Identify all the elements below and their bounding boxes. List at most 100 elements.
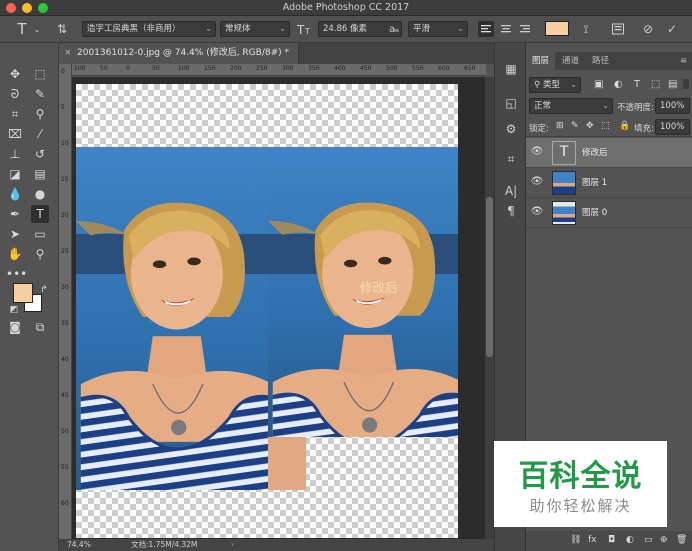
visibility-eye-icon[interactable]: 👁 — [530, 176, 544, 188]
vertical-ruler[interactable]: 0 5 10 15 20 25 30 35 40 45 50 55 60 — [59, 64, 72, 539]
type-tool-preset-icon[interactable]: T — [14, 22, 30, 37]
lock-artboard-icon[interactable]: ⬚ — [601, 121, 610, 131]
brush-tool-icon[interactable]: ⁄ — [31, 125, 49, 143]
layer-row-0[interactable]: 👁 图层 0 — [526, 198, 692, 228]
default-colors-icon[interactable]: ◩ — [5, 301, 23, 319]
swap-colors-icon[interactable]: ↱ — [35, 281, 53, 299]
lock-image-icon[interactable]: ✎ — [571, 121, 579, 131]
rectangle-tool-icon[interactable]: ▭ — [31, 225, 49, 243]
hand-tool-icon[interactable]: ✋ — [6, 245, 24, 263]
antialias-icon: aₐ — [388, 24, 400, 35]
dodge-tool-icon[interactable]: ● — [31, 185, 49, 203]
chevron-down-icon[interactable]: ⌄ — [29, 22, 45, 37]
adjustment-layer-icon[interactable]: ◐ — [626, 535, 634, 545]
app-title: Adobe Photoshop CC 2017 — [282, 2, 410, 13]
align-left-button[interactable] — [478, 21, 494, 37]
visibility-eye-icon[interactable]: 👁 — [530, 206, 544, 218]
pen-tool-icon[interactable]: ✒ — [6, 205, 24, 223]
history-brush-tool-icon[interactable]: ↺ — [31, 145, 49, 163]
lock-position-icon[interactable]: ✥ — [586, 121, 594, 131]
panel-menu-icon[interactable]: ≡ — [674, 52, 692, 70]
document-canvas[interactable]: 修改后 — [76, 84, 458, 538]
warp-text-icon[interactable]: ⟟ — [578, 22, 594, 37]
font-size-value: 24.86 像素 — [323, 24, 368, 34]
foreground-color-swatch[interactable] — [13, 283, 33, 303]
trash-icon[interactable]: 🗑 — [676, 535, 687, 545]
blend-mode-value: 正常 — [534, 101, 552, 111]
move-tool-icon[interactable]: ✥ — [6, 65, 24, 83]
font-style-select[interactable]: 常规体 ⌄ — [220, 21, 290, 37]
align-center-button[interactable] — [498, 21, 514, 37]
blur-tool-icon[interactable]: 💧 — [6, 185, 24, 203]
commit-check-icon[interactable]: ✓ — [664, 22, 680, 37]
opacity-input[interactable]: 100% — [655, 98, 690, 114]
align-right-button[interactable] — [517, 21, 533, 37]
cancel-icon[interactable]: ⊘ — [640, 22, 656, 37]
new-layer-icon[interactable]: ⊕ — [660, 535, 668, 545]
ruler-tick-label: 50 — [100, 65, 108, 72]
filter-type-icon[interactable]: T — [634, 79, 640, 90]
blend-mode-select[interactable]: 正常 ⌄ — [529, 98, 613, 114]
properties-panel-icon[interactable]: ⚙ — [503, 121, 519, 137]
antialias-select[interactable]: 平滑 ⌄ — [408, 21, 468, 37]
ruler-tick-label: 25 — [61, 248, 69, 255]
text-color-swatch[interactable] — [545, 21, 569, 36]
healing-brush-tool-icon[interactable]: ⌧ — [6, 125, 24, 143]
layer-row-text[interactable]: 👁 T 修改后 — [526, 138, 692, 168]
lock-transparency-icon[interactable]: ⊞ — [556, 121, 564, 131]
quick-mask-icon[interactable]: ◙ — [6, 318, 24, 336]
new-group-icon[interactable]: ▭ — [644, 535, 653, 545]
zoom-level[interactable]: 74.4% — [67, 539, 91, 551]
link-layers-icon[interactable]: ⛓ — [570, 535, 581, 545]
gradient-tool-icon[interactable]: ▤ — [31, 165, 49, 183]
toggle-text-orientation-icon[interactable]: ⇅ — [54, 22, 70, 37]
tab-channels[interactable]: 通道 — [556, 52, 585, 70]
status-menu-arrow-icon[interactable]: › — [231, 539, 234, 551]
lock-all-icon[interactable]: 🔒 — [619, 121, 630, 131]
canvas-vertical-scrollbar[interactable] — [485, 77, 494, 539]
filter-toggle[interactable] — [683, 79, 689, 89]
filter-pixel-icon[interactable]: ▣ — [594, 79, 603, 90]
adjustments-panel-icon[interactable]: ◱ — [503, 95, 519, 111]
visibility-eye-icon[interactable]: 👁 — [530, 146, 544, 158]
layer-name[interactable]: 修改后 — [582, 146, 608, 158]
history-panel-icon[interactable]: ▦ — [503, 61, 519, 77]
crop-tool-icon[interactable]: ⌗ — [6, 105, 24, 123]
fill-input[interactable]: 100% — [655, 119, 690, 135]
clone-stamp-tool-icon[interactable]: ⊥ — [6, 145, 24, 163]
font-family-select[interactable]: 造字工房典黑（非商用） ⌄ — [82, 21, 216, 37]
filter-shape-icon[interactable]: ⬚ — [651, 79, 660, 90]
path-selection-tool-icon[interactable]: ➤ — [6, 225, 24, 243]
tab-layers[interactable]: 图层 — [526, 52, 556, 70]
type-tool-icon[interactable]: T — [31, 205, 49, 223]
ruler-tick-label: 550 — [412, 65, 424, 72]
tab-paths[interactable]: 路径 — [586, 52, 615, 70]
filter-adjustment-icon[interactable]: ◐ — [614, 79, 623, 90]
marquee-tool-icon[interactable]: ⬚ — [31, 65, 49, 83]
more-tools-icon[interactable]: ••• — [6, 265, 27, 283]
document-tab[interactable]: × 20013610​12-0.jpg @ 74.4% (修改后, RGB/8#… — [59, 43, 299, 64]
ruler-tick-label: 30 — [61, 284, 69, 291]
character-panel-icon[interactable]: A| — [503, 183, 519, 199]
canvas-text-layer[interactable]: 修改后 — [360, 277, 398, 296]
screen-mode-icon[interactable]: ⧉ — [31, 318, 49, 336]
layer-name[interactable]: 图层 1 — [582, 176, 607, 188]
lasso-tool-icon[interactable]: ᘐ — [6, 85, 24, 103]
crop-panel-icon[interactable]: ⌗ — [503, 151, 519, 167]
layer-style-icon[interactable]: fx — [588, 535, 597, 545]
close-tab-icon[interactable]: × — [64, 43, 72, 64]
scrollbar-thumb[interactable] — [486, 197, 493, 357]
horizontal-ruler[interactable]: 100 50 0 50 100 150 200 250 300 350 400 450 500 550 60… — [72, 64, 486, 76]
zoom-tool-icon[interactable]: ⚲ — [31, 245, 49, 263]
layer-row-1[interactable]: 👁 图层 1 — [526, 168, 692, 198]
filter-smart-object-icon[interactable]: ▤ — [668, 79, 677, 90]
layer-filter-select[interactable]: ⚲ 类型 ⌄ — [529, 77, 581, 93]
eraser-tool-icon[interactable]: ◪ — [6, 165, 24, 183]
add-mask-icon[interactable]: ◘ — [608, 535, 615, 545]
paragraph-panel-icon[interactable]: ¶ — [503, 203, 519, 219]
ruler-tick-label: 650 — [464, 65, 476, 72]
quick-selection-tool-icon[interactable]: ✎ — [31, 85, 49, 103]
layer-name[interactable]: 图层 0 — [582, 206, 607, 218]
character-panel-icon[interactable] — [610, 22, 626, 37]
eyedropper-tool-icon[interactable]: ⚲ — [31, 105, 49, 123]
